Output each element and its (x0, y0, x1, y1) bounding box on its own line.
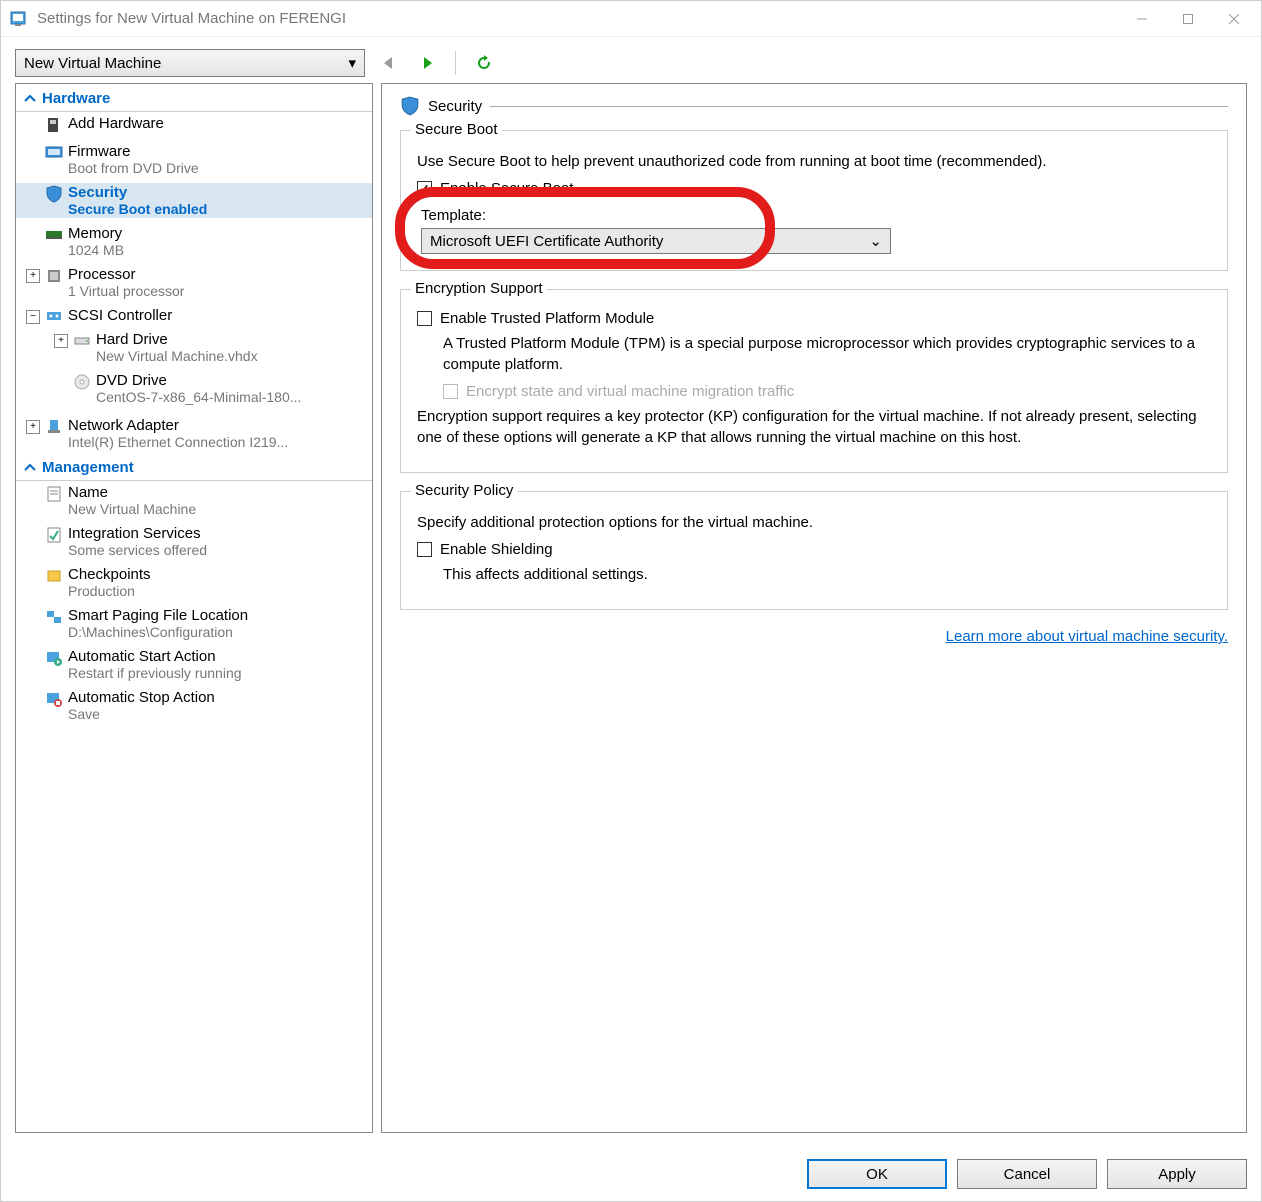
encrypt-traffic-checkbox (443, 384, 458, 399)
auto-start-icon (44, 648, 64, 668)
sidebar-item-hard-drive[interactable]: + Hard Drive New Virtual Machine.vhdx (44, 328, 372, 369)
enable-shielding-checkbox[interactable] (417, 542, 432, 557)
shield-icon (400, 96, 420, 116)
sidebar-item-auto-stop[interactable]: Automatic Stop ActionSave (16, 686, 372, 727)
sidebar-item-processor[interactable]: + Processor 1 Virtual processor (16, 263, 372, 304)
titlebar: Settings for New Virtual Machine on FERE… (1, 1, 1261, 37)
section-header-management[interactable]: Management (16, 455, 372, 481)
encryption-group: Encryption Support Enable Trusted Platfo… (400, 289, 1228, 473)
sidebar-item-firmware[interactable]: Firmware Boot from DVD Drive (16, 140, 372, 181)
app-icon (9, 9, 29, 29)
cancel-button[interactable]: Cancel (957, 1159, 1097, 1189)
section-title: Hardware (42, 90, 110, 107)
policy-description: Specify additional protection options fo… (417, 512, 1211, 533)
hard-drive-icon (72, 331, 92, 351)
shield-icon (44, 184, 64, 204)
template-dropdown[interactable]: Microsoft UEFI Certificate Authority ⌄ (421, 228, 891, 254)
enable-tpm-checkbox[interactable] (417, 311, 432, 326)
sidebar-item-memory[interactable]: Memory 1024 MB (16, 222, 372, 263)
close-button[interactable] (1211, 3, 1257, 35)
expand-icon[interactable]: + (54, 334, 68, 348)
template-label: Template: (421, 207, 1211, 224)
processor-icon (44, 266, 64, 286)
template-value: Microsoft UEFI Certificate Authority (430, 233, 663, 250)
apply-button[interactable]: Apply (1107, 1159, 1247, 1189)
group-legend: Encryption Support (411, 280, 547, 297)
checkpoints-icon (44, 566, 64, 586)
kp-description: Encryption support requires a key protec… (417, 406, 1211, 448)
firmware-icon (44, 143, 64, 163)
dialog-buttons: OK Cancel Apply (1, 1147, 1261, 1201)
settings-panel: Security Secure Boot Use Secure Boot to … (381, 83, 1247, 1133)
sidebar-item-auto-start[interactable]: Automatic Start ActionRestart if previou… (16, 645, 372, 686)
shielding-description: This affects additional settings. (417, 564, 1211, 585)
panel-title: Security (428, 98, 482, 115)
sidebar-item-checkpoints[interactable]: CheckpointsProduction (16, 563, 372, 604)
section-header-hardware[interactable]: Hardware (16, 86, 372, 112)
sidebar-item-add-hardware[interactable]: Add Hardware (16, 112, 372, 140)
vm-selector-value: New Virtual Machine (24, 55, 161, 72)
paging-icon (44, 607, 64, 627)
nav-back-button[interactable] (375, 49, 403, 77)
sidebar-item-scsi-controller[interactable]: − SCSI Controller + Hard Driv (16, 304, 372, 414)
group-legend: Secure Boot (411, 121, 502, 138)
minimize-button[interactable] (1119, 3, 1165, 35)
collapse-icon[interactable]: − (26, 310, 40, 324)
network-icon (44, 417, 64, 437)
maximize-button[interactable] (1165, 3, 1211, 35)
refresh-button[interactable] (470, 49, 498, 77)
tpm-description: A Trusted Platform Module (TPM) is a spe… (417, 333, 1211, 375)
chevron-down-icon: ⌄ (869, 232, 882, 250)
collapse-icon (24, 93, 36, 105)
security-policy-group: Security Policy Specify additional prote… (400, 491, 1228, 610)
ok-button[interactable]: OK (807, 1159, 947, 1189)
encrypt-traffic-label: Encrypt state and virtual machine migrat… (466, 383, 794, 400)
sidebar-item-name[interactable]: NameNew Virtual Machine (16, 481, 372, 522)
settings-sidebar: Hardware Add Hardware Firmware (15, 83, 373, 1133)
name-icon (44, 484, 64, 504)
sidebar-item-network-adapter[interactable]: + Network Adapter Intel(R) Ethernet Conn… (16, 414, 372, 455)
divider (490, 106, 1228, 107)
expand-icon[interactable]: + (26, 420, 40, 434)
separator (455, 51, 456, 75)
enable-secure-boot-checkbox[interactable] (417, 181, 432, 196)
expand-icon[interactable]: + (26, 269, 40, 283)
window-title: Settings for New Virtual Machine on FERE… (37, 10, 1119, 27)
dvd-icon (72, 372, 92, 392)
auto-stop-icon (44, 689, 64, 709)
learn-more-link[interactable]: Learn more about virtual machine securit… (946, 628, 1228, 645)
sidebar-item-smart-paging[interactable]: Smart Paging File LocationD:\Machines\Co… (16, 604, 372, 645)
add-hardware-icon (44, 115, 64, 135)
scsi-icon (44, 307, 64, 327)
sidebar-item-integration-services[interactable]: Integration ServicesSome services offere… (16, 522, 372, 563)
secure-boot-group: Secure Boot Use Secure Boot to help prev… (400, 130, 1228, 271)
enable-tpm-label: Enable Trusted Platform Module (440, 310, 654, 327)
section-title: Management (42, 459, 134, 476)
collapse-icon (24, 462, 36, 474)
enable-secure-boot-label: Enable Secure Boot (440, 180, 573, 197)
group-legend: Security Policy (411, 482, 517, 499)
vm-selector-dropdown[interactable]: New Virtual Machine ▾ (15, 49, 365, 77)
memory-icon (44, 225, 64, 245)
chevron-down-icon: ▾ (348, 54, 356, 72)
integration-icon (44, 525, 64, 545)
enable-shielding-label: Enable Shielding (440, 541, 553, 558)
secure-boot-description: Use Secure Boot to help prevent unauthor… (417, 151, 1211, 172)
sidebar-item-dvd-drive[interactable]: DVD Drive CentOS-7-x86_64-Minimal-180... (44, 369, 372, 410)
nav-forward-button[interactable] (413, 49, 441, 77)
sidebar-item-security[interactable]: Security Secure Boot enabled (16, 181, 372, 222)
